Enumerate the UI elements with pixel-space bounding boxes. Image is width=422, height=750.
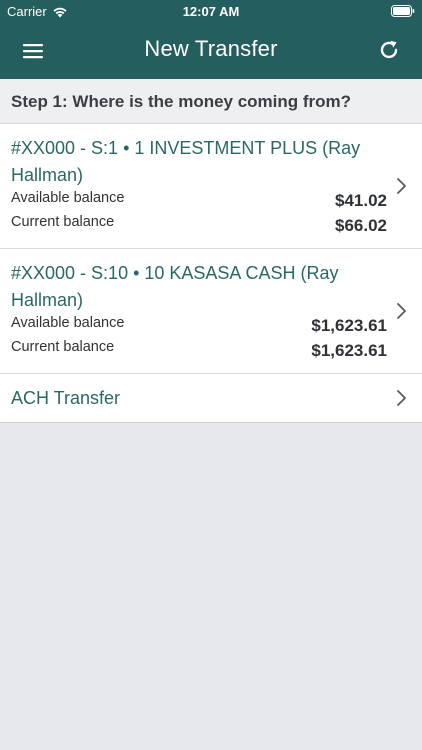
status-time: 12:07 AM	[182, 4, 240, 19]
available-balance-label: Available balance	[11, 190, 125, 206]
account-name: #XX000 - S:1 • 1 INVESTMENT PLUS (Ray Ha…	[11, 138, 361, 185]
step-label: Step 1: Where is the money coming from?	[11, 92, 352, 111]
navigation-bar: New Transfer	[0, 22, 422, 79]
account-row-kasasa-cash[interactable]: #XX000 - S:10 • 10 KASASA CASH (Ray Hall…	[0, 249, 422, 374]
step-header: Step 1: Where is the money coming from?	[0, 79, 422, 124]
current-balance-label: Current balance	[11, 339, 115, 355]
app-header: Carrier 12:07 AM New Transfer	[0, 0, 422, 79]
refresh-button[interactable]	[374, 35, 404, 65]
available-balance-label: Available balance	[11, 315, 125, 331]
chevron-right-icon	[397, 303, 406, 319]
account-name: #XX000 - S:10 • 10 KASASA CASH (Ray Hall…	[11, 263, 339, 310]
current-balance-label: Current balance	[11, 214, 115, 230]
chevron-right-icon	[397, 178, 406, 194]
status-bar: Carrier 12:07 AM	[0, 0, 422, 22]
source-account-list: #XX000 - S:1 • 1 INVESTMENT PLUS (Ray Ha…	[0, 124, 422, 423]
current-balance-value: $1,623.61	[311, 341, 387, 360]
page-title: New Transfer	[144, 36, 278, 61]
available-balance-value: $1,623.61	[311, 316, 387, 335]
available-balance-value: $41.02	[335, 191, 387, 210]
current-balance-value: $66.02	[335, 216, 387, 235]
battery-icon	[391, 5, 415, 17]
chevron-right-icon	[397, 390, 406, 406]
ach-transfer-row[interactable]: ACH Transfer	[0, 374, 422, 422]
account-row-investment-plus[interactable]: #XX000 - S:1 • 1 INVESTMENT PLUS (Ray Ha…	[0, 124, 422, 249]
refresh-icon	[380, 40, 398, 59]
ach-transfer-label: ACH Transfer	[11, 388, 121, 408]
